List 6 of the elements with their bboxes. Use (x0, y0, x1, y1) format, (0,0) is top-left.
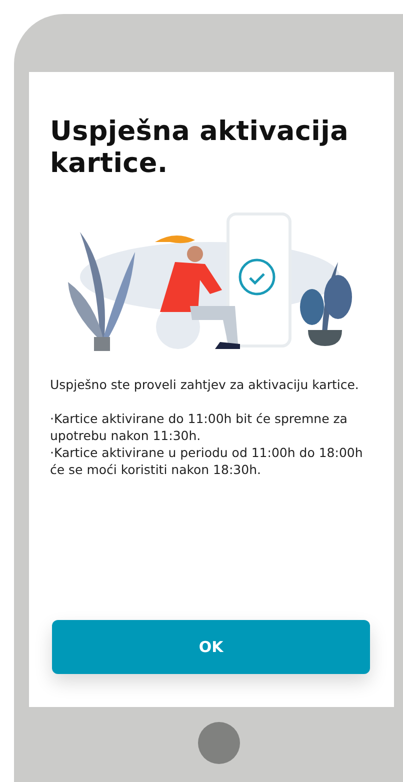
title: Uspješna aktivacija kartice. (50, 116, 350, 180)
note-text: ·Kartice aktivirane do 11:00h bit će spremne za upotrebu nakon 11:30h. (50, 410, 348, 444)
intro-text: Uspješno ste proveli zahtjev za aktivaciju kartice. (50, 376, 360, 393)
ok-button[interactable]: OK (52, 620, 370, 674)
note-text: ·Kartice aktivirane u periodu od 11:00h do 18:00h će se moći koristiti nakon 18:30h. (50, 444, 364, 478)
home-button[interactable] (198, 722, 240, 764)
